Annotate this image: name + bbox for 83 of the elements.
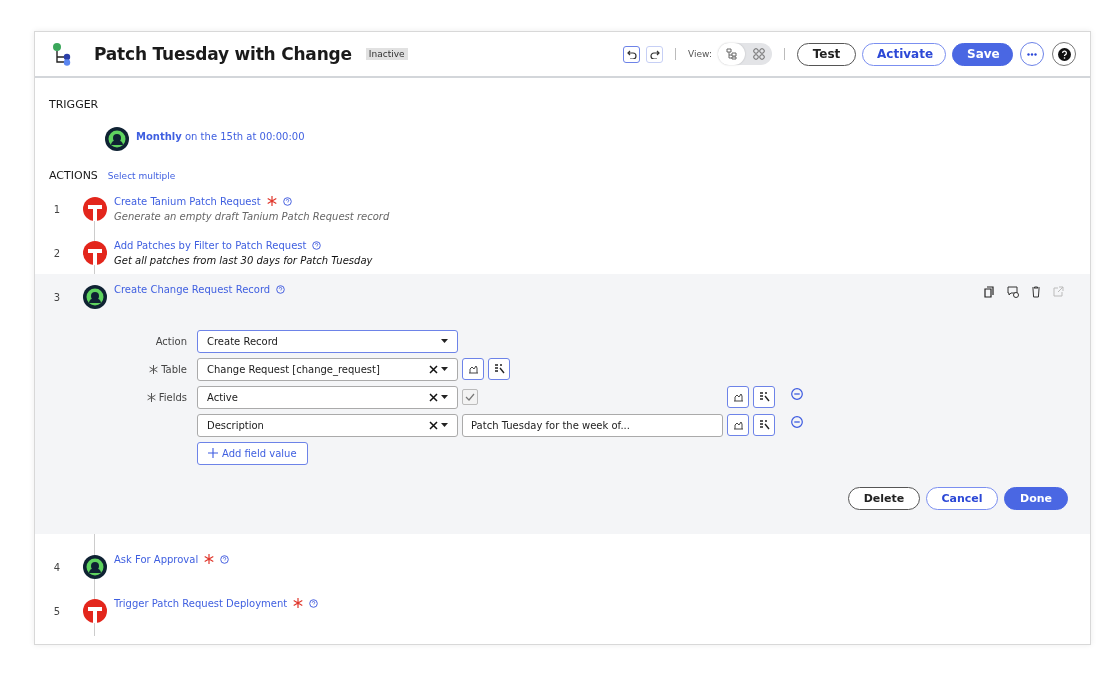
caret-icon[interactable] (441, 395, 448, 399)
field-select[interactable]: Active (197, 385, 458, 409)
list-picker-icon (493, 364, 505, 374)
data-pill-picker-button[interactable] (488, 358, 510, 380)
action-description: Generate an empty draft Tanium Patch Request record (114, 211, 391, 222)
undo-button[interactable] (623, 45, 641, 63)
tanium-logo-icon (83, 197, 107, 221)
done-button[interactable]: Done (1004, 487, 1068, 510)
step-number: 2 (52, 248, 60, 259)
help-icon (282, 196, 292, 206)
undo-icon (626, 49, 637, 59)
help-button[interactable] (1052, 42, 1076, 66)
test-button[interactable]: Test (797, 42, 856, 66)
step-number: 4 (52, 562, 60, 573)
script-button[interactable] (462, 358, 484, 380)
list-picker-icon (758, 420, 770, 430)
caret-icon (441, 339, 448, 343)
grid-view-icon (751, 47, 766, 61)
flow-icon (52, 42, 72, 66)
required-icon (146, 392, 156, 402)
help-icon (220, 554, 230, 564)
required-icon (149, 364, 159, 374)
plus-icon (208, 448, 218, 458)
delete-button[interactable]: Delete (848, 487, 920, 510)
redo-icon (649, 49, 660, 59)
view-option[interactable] (718, 43, 745, 65)
help-icon (1057, 47, 1071, 61)
save-button[interactable]: Save (952, 42, 1013, 66)
help-icon (309, 598, 319, 608)
activate-button[interactable]: Activate (862, 42, 946, 66)
field-label: Fields (158, 391, 187, 403)
step-number: 3 (52, 292, 60, 303)
help-icon (312, 240, 322, 250)
field-label: Action (155, 335, 187, 347)
list-picker-icon (758, 392, 770, 402)
more-button[interactable] (1020, 42, 1044, 66)
checkbox[interactable] (462, 389, 478, 405)
person-ring-icon (83, 555, 107, 579)
step-number: 5 (52, 606, 60, 617)
clear-icon[interactable] (429, 364, 438, 374)
check-icon (465, 393, 475, 401)
help-icon (276, 284, 286, 294)
comment-gear-icon[interactable] (1007, 286, 1019, 298)
table-select[interactable]: Change Request [change_request] (197, 357, 458, 381)
section-heading: ACTIONS (49, 169, 98, 182)
script-button[interactable] (727, 414, 749, 436)
tanium-logo-icon (83, 241, 107, 265)
person-ring-icon (83, 285, 107, 309)
clear-icon[interactable] (429, 392, 438, 402)
trigger-summary[interactable]: Monthly on the 15th at 00:00:00 (136, 131, 305, 142)
remove-icon[interactable] (791, 416, 803, 428)
copy-icon[interactable] (984, 286, 995, 298)
action-select[interactable]: Create Record (197, 329, 458, 353)
action-title-link[interactable]: Trigger Patch Request Deployment (114, 597, 288, 609)
data-pill-picker-button[interactable] (753, 414, 775, 436)
action-title-link[interactable]: Create Tanium Patch Request (114, 195, 261, 207)
script-button[interactable] (727, 386, 749, 408)
status-badge: Inactive (365, 48, 408, 60)
action-title-link[interactable]: Create Change Request Record (114, 283, 271, 295)
redo-button[interactable] (646, 45, 664, 63)
action-title-link[interactable]: Add Patches by Filter to Patch Request (114, 239, 307, 251)
tree-view-icon (724, 47, 739, 61)
cancel-button[interactable]: Cancel (926, 487, 998, 510)
field-select[interactable]: Description (197, 413, 458, 437)
field-label: Table (161, 363, 187, 375)
person-ring-icon (105, 127, 129, 151)
step-number: 1 (52, 204, 60, 215)
add-field-value-button[interactable]: Add field value (197, 441, 308, 465)
section-heading: TRIGGER (48, 97, 100, 112)
view-label: View: (688, 49, 712, 59)
action-description: Get all patches from last 30 days for Patch Tuesday (114, 255, 374, 266)
action-title-link[interactable]: Ask For Approval (114, 553, 199, 565)
value-input[interactable]: Patch Tuesday for the week of... (462, 413, 723, 437)
caret-icon[interactable] (441, 423, 448, 427)
data-pill-picker-button[interactable] (753, 386, 775, 408)
remove-icon[interactable] (791, 388, 803, 400)
trash-icon[interactable] (1031, 286, 1041, 298)
caret-icon[interactable] (441, 367, 448, 371)
clear-icon[interactable] (429, 420, 438, 430)
tanium-logo-icon (83, 599, 107, 623)
flow-title: Patch Tuesday with Change (94, 44, 352, 64)
select-multiple-link[interactable]: Select multiple (107, 170, 176, 181)
more-icon (1027, 52, 1037, 56)
